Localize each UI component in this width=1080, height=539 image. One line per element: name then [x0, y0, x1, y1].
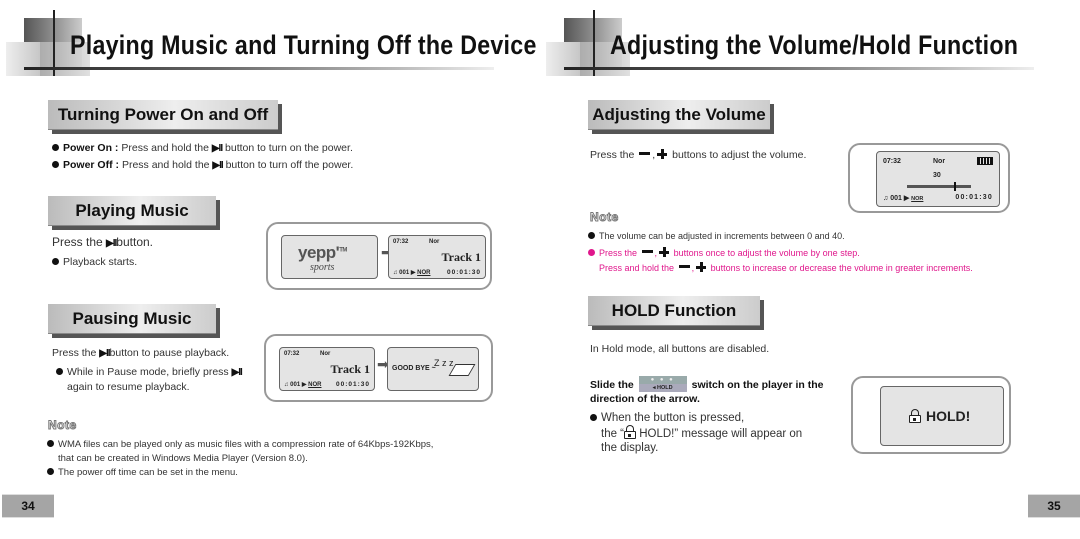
plus-icon	[659, 247, 670, 257]
minus-icon	[639, 152, 651, 155]
minus-icon	[678, 265, 690, 268]
lcd-volume-screen: 07:32 Nor 30 ♫ 001 ▶ NOR 00:01:30	[876, 151, 1000, 207]
section-header-hold: HOLD Function	[588, 296, 764, 330]
play-pause-icon: ▶II	[231, 367, 243, 378]
pausing-instruction: Press the ▶IIbutton to pause playback.	[52, 347, 230, 359]
bullet-icon	[47, 468, 54, 475]
bullet-icon	[56, 368, 63, 375]
power-off-item: Power Off : Press and hold the ▶II butto…	[52, 157, 353, 174]
right-page: Adjusting the Volume/Hold Function Adjus…	[540, 0, 1080, 539]
section-header-power: Turning Power On and Off	[48, 100, 282, 134]
playing-bullet: Playback starts.	[52, 254, 137, 271]
chapter-title: Adjusting the Volume/Hold Function	[610, 30, 1019, 60]
volume-slider-knob	[954, 182, 956, 191]
section-header-playing: Playing Music	[48, 196, 220, 230]
lcd-track-screen: 07:32 Nor Track 1 ♫ 001 ▶ NOR 00:01:30	[279, 347, 375, 391]
hold-intro: In Hold mode, all buttons are disabled.	[590, 343, 770, 355]
play-pause-icon: ▶II	[211, 143, 223, 154]
plus-icon	[696, 262, 707, 272]
bullet-icon	[52, 161, 59, 168]
note-item: The volume can be adjusted in increments…	[588, 228, 845, 245]
play-pause-icon: ▶II	[212, 160, 223, 171]
section-header-volume: Adjusting the Volume	[588, 100, 774, 134]
note-item-pink-line2: Press and hold the , buttons to increase…	[599, 262, 973, 273]
playing-instruction: Press the ▶IIbutton.	[52, 235, 153, 249]
lock-icon	[909, 409, 921, 423]
chapter-title: Playing Music and Turning Off the Device	[70, 30, 537, 60]
left-page: Playing Music and Turning Off the Device…	[0, 0, 540, 539]
bullet-icon	[590, 414, 597, 421]
hold-bullet-line3: the display.	[601, 442, 659, 454]
play-pause-icon: ▶II	[106, 238, 117, 249]
bullet-icon	[588, 232, 595, 239]
device-frame-volume: 07:32 Nor 30 ♫ 001 ▶ NOR 00:01:30	[848, 143, 1010, 213]
volume-instruction: Press the , buttons to adjust the volume…	[590, 149, 807, 161]
device-frame-hold: HOLD!	[851, 376, 1011, 454]
lock-icon	[624, 425, 637, 439]
volume-slider	[907, 182, 971, 191]
note-heading: Note	[48, 418, 77, 433]
hold-switch-icon: ● ● ● ◂ HOLD	[638, 376, 687, 392]
bullet-icon	[52, 258, 59, 265]
note-heading: Note	[590, 210, 619, 225]
pausing-bullet-line2: again to resume playback.	[67, 381, 190, 393]
hold-slide-line2: direction of the arrow.	[590, 393, 700, 405]
minus-icon	[641, 250, 653, 253]
lcd-logo-screen: yepp'TM sports	[281, 235, 378, 279]
bullet-icon	[588, 249, 595, 256]
plus-icon	[657, 149, 668, 159]
bullet-icon	[47, 440, 54, 447]
lcd-goodbye-screen: GOOD BYE ~ Z z z	[387, 347, 479, 391]
device-frame-playing: yepp'TM sports ➡ 07:32 Nor Track 1 ♫ 001…	[266, 222, 492, 290]
note-item: The power off time can be set in the men…	[47, 464, 238, 481]
lcd-hold-screen: HOLD!	[880, 386, 1004, 446]
power-on-item: Power On : Press and hold the ▶II button…	[52, 140, 353, 157]
page-number: 35	[1028, 494, 1080, 518]
device-frame-pausing: 07:32 Nor Track 1 ♫ 001 ▶ NOR 00:01:30 ➡…	[264, 334, 493, 402]
lcd-track-screen: 07:32 Nor Track 1 ♫ 001 ▶ NOR 00:01:30	[388, 235, 486, 279]
battery-icon	[977, 157, 993, 165]
page-number: 34	[2, 494, 54, 518]
play-pause-icon: ▶II	[99, 348, 110, 359]
bullet-icon	[52, 144, 59, 151]
section-header-pausing: Pausing Music	[48, 304, 220, 338]
